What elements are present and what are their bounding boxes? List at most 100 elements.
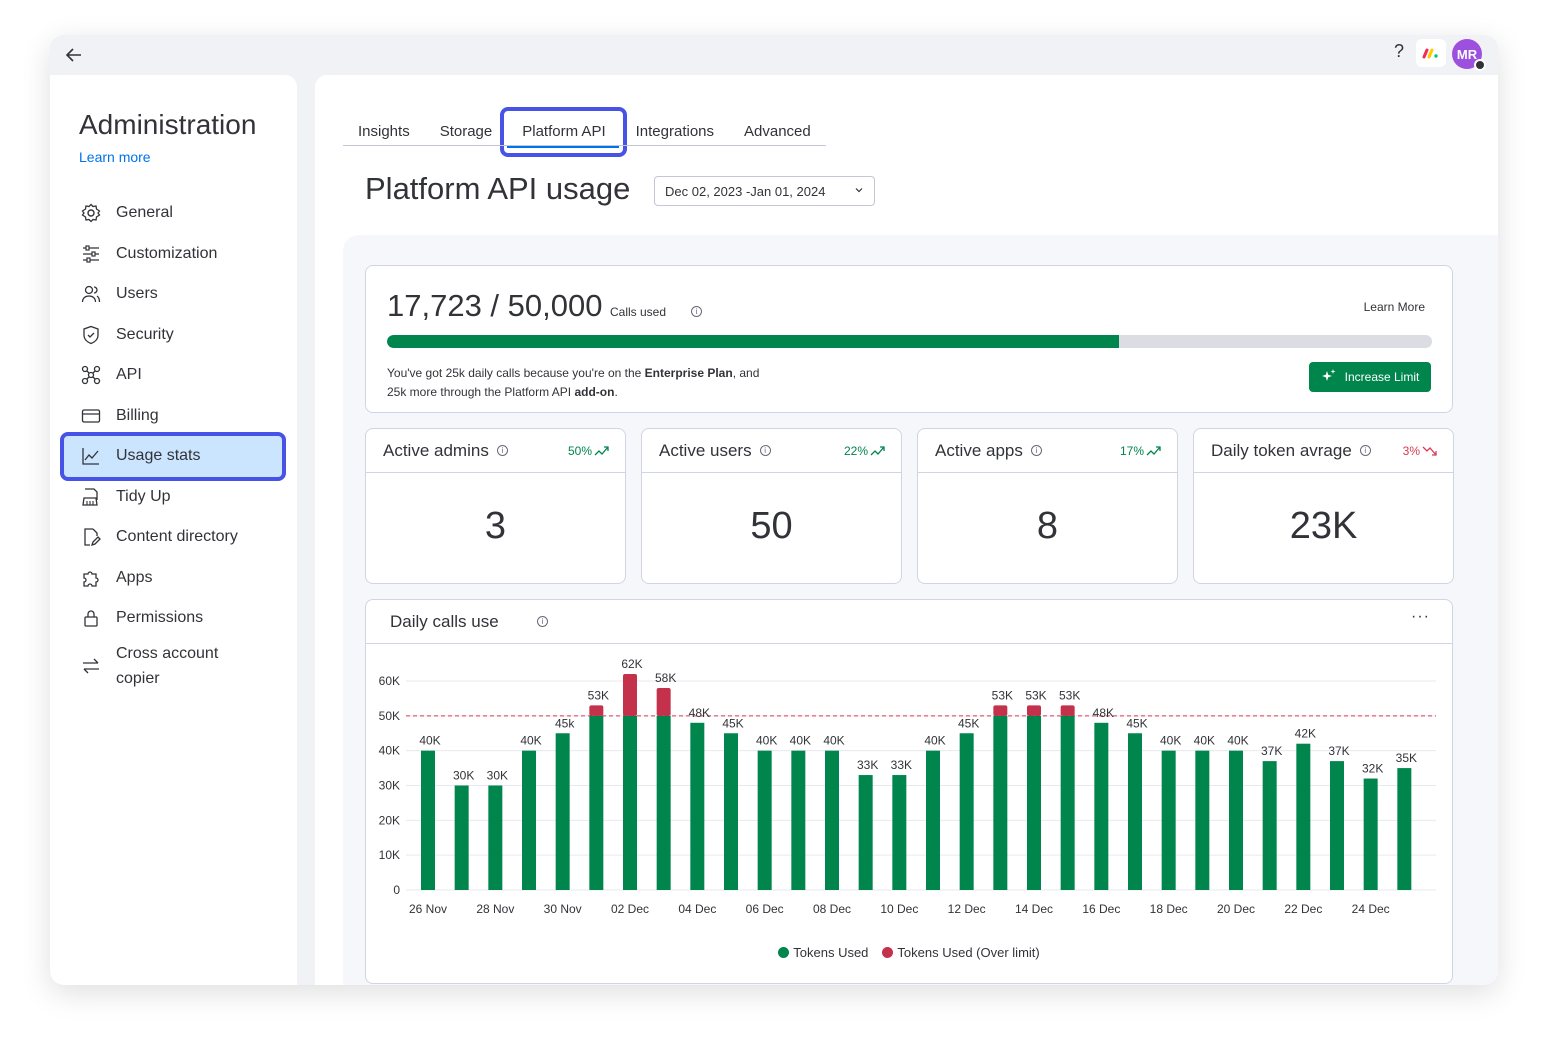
bar — [1161, 750, 1176, 890]
sidebar-item-label: Apps — [116, 568, 153, 586]
tab-insights[interactable]: Insights — [343, 113, 425, 145]
bar — [993, 715, 1008, 890]
tab-advanced[interactable]: Advanced — [729, 113, 826, 145]
data-label: 53K — [992, 688, 1013, 702]
legend-item[interactable]: Tokens Used (Over limit) — [882, 945, 1040, 960]
sidebar-item-cross-account-copier[interactable]: Cross account copier — [64, 639, 282, 693]
bar — [791, 750, 806, 890]
sparkle-icon — [1321, 368, 1337, 387]
increase-limit-button[interactable]: Increase Limit — [1309, 362, 1431, 392]
info-icon[interactable]: i — [759, 445, 771, 456]
info-icon[interactable]: i — [691, 306, 702, 317]
sidebar-item-tidy-up[interactable]: Tidy Up — [64, 477, 282, 518]
tab-storage[interactable]: Storage — [425, 113, 508, 145]
data-label: 53K — [1025, 688, 1046, 702]
active-tab-underline — [507, 146, 619, 148]
x-tick-label: 08 Dec — [813, 902, 851, 916]
tab-integrations[interactable]: Integrations — [621, 113, 729, 145]
chart-header: Daily calls use i ··· — [366, 600, 1452, 644]
top-bar: ? MR — [50, 35, 1498, 75]
help-icon[interactable]: ? — [1394, 41, 1404, 62]
sidebar-item-general[interactable]: General — [64, 193, 282, 234]
bar — [555, 733, 570, 890]
tab-bar: Insights Storage Platform API Integratio… — [343, 113, 826, 146]
data-label: 40K — [823, 734, 844, 748]
stat-pct: 17% — [1119, 444, 1144, 458]
y-tick-label: 20K — [379, 813, 400, 827]
sidebar-item-apps[interactable]: Apps — [64, 558, 282, 599]
learn-more-link[interactable]: Learn More — [1364, 300, 1425, 314]
bar-over-limit — [623, 674, 637, 716]
desc-text: , and — [732, 366, 760, 380]
sidebar-item-security[interactable]: Security — [64, 315, 282, 356]
bar — [959, 733, 974, 890]
x-tick-label: 14 Dec — [1015, 902, 1053, 916]
y-tick-label: 40K — [379, 744, 400, 758]
stat-title: Active admins — [383, 440, 489, 460]
sidebar-item-billing[interactable]: Billing — [64, 396, 282, 437]
data-label: 62K — [621, 657, 642, 671]
stat-card-active-admins: Active admins i 50% 3 — [365, 428, 626, 584]
chevron-down-icon — [853, 184, 865, 199]
data-label: 30K — [487, 769, 508, 783]
x-tick-label: 10 Dec — [880, 902, 918, 916]
sidebar-item-api[interactable]: API — [64, 355, 282, 396]
legend-dot — [778, 947, 790, 958]
data-label: 37K — [1328, 744, 1349, 758]
bar — [454, 785, 469, 890]
tab-platform-api[interactable]: Platform API — [507, 113, 620, 145]
bar — [589, 715, 604, 890]
bar — [926, 750, 940, 890]
bar-over-limit — [1027, 705, 1041, 716]
chart-legend: Tokens Used Tokens Used (Over limit) — [366, 945, 1452, 960]
x-tick-label: 26 Nov — [409, 902, 447, 916]
x-tick-label: 16 Dec — [1082, 902, 1120, 916]
sidebar-item-label: Tidy Up — [116, 487, 171, 505]
x-tick-label: 04 Dec — [678, 902, 716, 916]
info-icon[interactable]: i — [1359, 445, 1371, 456]
monday-logo-icon[interactable] — [1416, 39, 1446, 67]
back-arrow-icon[interactable] — [62, 43, 86, 67]
sidebar-item-usage-stats[interactable]: Usage stats — [60, 432, 286, 481]
info-icon[interactable]: i — [496, 445, 508, 456]
data-label: 40K — [1227, 734, 1248, 748]
learn-more-link[interactable]: Learn more — [79, 149, 151, 165]
bar — [1363, 778, 1378, 890]
sidebar-item-content-directory[interactable]: Content directory — [64, 517, 282, 558]
stat-trend: 3% — [1403, 444, 1438, 458]
y-tick-label: 10K — [379, 848, 400, 862]
trend-up-icon — [870, 446, 885, 456]
users-icon — [80, 283, 102, 305]
date-range-select[interactable]: Dec 02, 2023 -Jan 01, 2024 — [654, 176, 875, 206]
calls-count: 17,723 / 50,000 — [387, 288, 603, 323]
stat-title: Active apps — [935, 440, 1023, 460]
legend-item[interactable]: Tokens Used — [778, 945, 868, 960]
bar — [690, 722, 705, 890]
data-label: 35K — [1396, 751, 1417, 765]
x-tick-label: 28 Nov — [476, 902, 514, 916]
broom-icon — [80, 486, 102, 508]
sidebar-item-permissions[interactable]: Permissions — [64, 598, 282, 639]
data-label: 40K — [924, 734, 945, 748]
bar — [757, 750, 772, 890]
data-label: 42K — [1295, 727, 1316, 741]
chart-title: Daily calls use — [390, 612, 499, 631]
info-icon[interactable]: i — [537, 616, 548, 627]
sidebar-item-label: Users — [116, 285, 158, 303]
sidebar: Administration Learn more General Custom… — [50, 75, 297, 985]
stat-value: 3 — [484, 505, 507, 547]
bar — [1397, 768, 1412, 890]
sidebar-item-customization[interactable]: Customization — [64, 234, 282, 275]
calls-description: You've got 25k daily calls because you'r… — [387, 364, 827, 402]
bar-over-limit — [656, 687, 671, 716]
app-window: ? MR Administration Learn more General C… — [50, 35, 1498, 985]
stat-trend: 17% — [1120, 444, 1162, 458]
stat-title: Daily token avrage — [1211, 440, 1352, 460]
more-options-icon[interactable]: ··· — [1411, 608, 1430, 626]
info-icon[interactable]: i — [1030, 445, 1042, 456]
sidebar-item-users[interactable]: Users — [64, 274, 282, 315]
legend-dot — [882, 947, 894, 958]
gear-icon — [80, 202, 102, 224]
bar — [724, 733, 738, 890]
stat-value: 23K — [1289, 505, 1358, 547]
